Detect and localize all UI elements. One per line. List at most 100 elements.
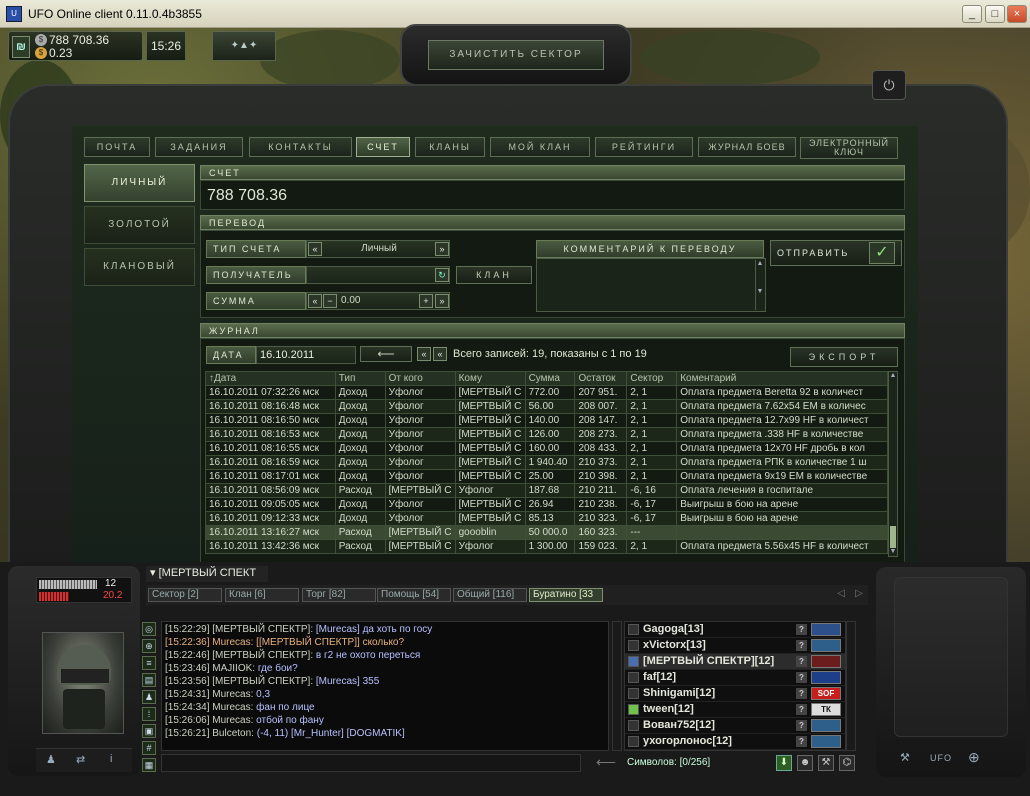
comment-textarea[interactable]: ▲ ▼ [536, 258, 766, 312]
user-list-item[interactable]: Shinigami[12]? SOF [625, 686, 845, 702]
chat-author[interactable]: [МЕРТВЫЙ СПЕКТР]: [212, 650, 313, 661]
table-row[interactable]: 16.10.2011 09:12:33 мск Доход Уфолог [МЕРТВ… [205, 511, 888, 526]
download-icon[interactable]: ⬇ [776, 755, 792, 771]
column-header[interactable]: ↑Дата [205, 371, 336, 386]
journal-scrollbar[interactable]: ▲ ▼ [888, 371, 898, 557]
clan-button[interactable]: КЛАН [456, 266, 532, 284]
column-header[interactable]: От кого [384, 371, 456, 386]
chat-tab-help[interactable]: Помощь [54] [377, 588, 451, 602]
user-list-item[interactable]: [МЕРТВЫЙ СПЕКТР][12]? [625, 654, 845, 670]
table-row[interactable]: 16.10.2011 08:17:01 мск Доход Уфолог [МЕРТВ… [205, 469, 888, 484]
swap-icon[interactable]: ⇄ [76, 753, 85, 766]
user-info-icon[interactable]: ? [796, 720, 807, 731]
user-list-item[interactable]: Вован752[12]? [625, 718, 845, 734]
send-button[interactable]: ОТПРАВИТЬ ✓ [770, 240, 902, 266]
scroll-up-icon[interactable]: ▲ [889, 372, 897, 379]
ammo-icon[interactable]: ⁞ [142, 707, 156, 721]
chat-scrollbar[interactable] [612, 621, 622, 751]
user-info-icon[interactable]: ? [796, 688, 807, 699]
chat-author[interactable]: Murecas: [212, 689, 253, 700]
user-list-item[interactable]: Gagoga[13]? [625, 622, 845, 638]
recipient-input[interactable] [306, 266, 450, 284]
globe-icon[interactable]: ⊕ [968, 749, 980, 766]
minus-icon[interactable]: − [323, 294, 337, 308]
map-icon[interactable]: ▦ [142, 758, 156, 772]
table-row[interactable]: 16.10.2011 09:05:05 мск Доход Уфолог [МЕРТВ… [205, 497, 888, 512]
next-icon[interactable]: » [435, 242, 449, 256]
table-row[interactable]: 16.10.2011 13:42:36 мск Расход [МЕРТВЫЙ СУ… [205, 539, 888, 554]
card-icon[interactable]: ▣ [142, 724, 156, 738]
tab-tasks[interactable]: ЗАДАНИЯ [155, 137, 243, 157]
tab-electronic-key[interactable]: ЭЛЕКТРОННЫЙ КЛЮЧ [800, 137, 898, 159]
tools-icon[interactable]: ⚒ [900, 751, 910, 764]
tab-mail[interactable]: ПОЧТА [84, 137, 150, 157]
table-row[interactable]: 16.10.2011 08:16:59 мск Доход Уфолог [МЕРТВ… [205, 455, 888, 470]
power-icon[interactable]: ⏻ [872, 70, 906, 100]
side-menu-personal[interactable]: ЛИЧНЫЙ [84, 164, 195, 202]
tab-contacts[interactable]: КОНТАКТЫ [249, 137, 352, 157]
tab-ratings[interactable]: РЕЙТИНГИ [595, 137, 693, 157]
send-message-icon[interactable]: ⟵ [588, 754, 624, 772]
chat-tab-private[interactable]: Буратино [33 [529, 588, 603, 602]
table-row[interactable]: 16.10.2011 08:16:53 мск Доход Уфолог [МЕРТВ… [205, 427, 888, 442]
chat-tab-trade[interactable]: Торг [82] [302, 588, 376, 602]
prev-page-icon[interactable]: « [433, 347, 447, 361]
sum-input[interactable]: « − 0.00 + » [306, 292, 450, 310]
ufo-logo[interactable]: UFO [930, 753, 952, 763]
column-header[interactable]: Коментарий [676, 371, 888, 386]
refresh-icon[interactable]: ↻ [435, 268, 449, 282]
user-list-item[interactable]: tween[12]? ТК [625, 702, 845, 718]
users-scrollbar[interactable] [846, 621, 856, 751]
first-page-icon[interactable]: « [417, 347, 431, 361]
chat-author[interactable]: MAJIIOK: [212, 663, 255, 674]
chat-tab-general[interactable]: Общий [116] [453, 588, 527, 602]
chat-author[interactable]: Murecas: [212, 715, 253, 726]
clan-emblem-icon[interactable]: ✦▲✦ [212, 31, 276, 61]
side-menu-clan[interactable]: КЛАНОВЫЙ [84, 248, 195, 286]
plus-icon[interactable]: + [419, 294, 433, 308]
target-icon[interactable]: ⊕ [142, 639, 156, 653]
export-button[interactable]: ЭКСПОРТ [790, 347, 898, 367]
date-input[interactable]: 16.10.2011 [256, 346, 356, 364]
tab-my-clan[interactable]: МОЙ КЛАН [490, 137, 590, 157]
chat-tab-clan[interactable]: Клан [6] [225, 588, 299, 602]
column-header[interactable]: Кому [454, 371, 526, 386]
close-button[interactable]: × [1007, 5, 1027, 23]
minimize-button[interactable]: _ [962, 5, 982, 23]
info-icon[interactable]: i [110, 753, 112, 765]
column-header[interactable]: Сектор [626, 371, 678, 386]
decrease-fast-icon[interactable]: « [308, 294, 322, 308]
user-info-icon[interactable]: ? [796, 624, 807, 635]
chat-author[interactable]: [МЕРТВЫЙ СПЕКТР]: [212, 676, 313, 687]
user-list-item[interactable]: xVictorx[13]? [625, 638, 845, 654]
tab-right-icon[interactable]: ▷ [852, 588, 866, 602]
column-header[interactable]: Сумма [524, 371, 576, 386]
account-type-select[interactable]: « Личный » [306, 240, 450, 258]
chat-author[interactable]: Murecas: [212, 637, 253, 648]
user-list-item[interactable]: ухогорлонос[12]? [625, 734, 845, 750]
column-header[interactable]: Остаток [574, 371, 628, 386]
wallet-icon[interactable]: ₪ [12, 36, 30, 58]
avatar[interactable] [42, 632, 124, 734]
tab-account[interactable]: СЧЕТ [356, 137, 410, 157]
grid-icon[interactable]: # [142, 741, 156, 755]
chat-author[interactable]: [МЕРТВЫЙ СПЕКТР]: [212, 624, 313, 635]
tab-battle-log[interactable]: ЖУРНАЛ БОЕВ [698, 137, 796, 157]
user-info-icon[interactable]: ? [796, 672, 807, 683]
user-info-icon[interactable]: ? [796, 640, 807, 651]
scroll-down-icon[interactable]: ▼ [889, 548, 897, 555]
user-info-icon[interactable]: ? [796, 736, 807, 747]
chat-author[interactable]: Murecas: [212, 702, 253, 713]
chat-author[interactable]: Bulceton: [212, 728, 254, 739]
person-icon[interactable]: ♟ [142, 690, 156, 704]
chat-tab-sector[interactable]: Сектор [2] [148, 588, 222, 602]
tab-left-icon[interactable]: ◁ [834, 588, 848, 602]
comment-scrollbar[interactable]: ▲ ▼ [755, 260, 764, 310]
table-row[interactable]: 16.10.2011 08:16:55 мск Доход Уфолог [МЕРТВ… [205, 441, 888, 456]
user-list-item[interactable]: faf[12]? [625, 670, 845, 686]
column-header[interactable]: Тип [334, 371, 386, 386]
wrench-icon[interactable]: ⚒ [818, 755, 834, 771]
tab-clans[interactable]: КЛАНЫ [415, 137, 485, 157]
antenna-icon[interactable]: ⌬ [839, 755, 855, 771]
scroll-thumb[interactable] [890, 526, 896, 548]
